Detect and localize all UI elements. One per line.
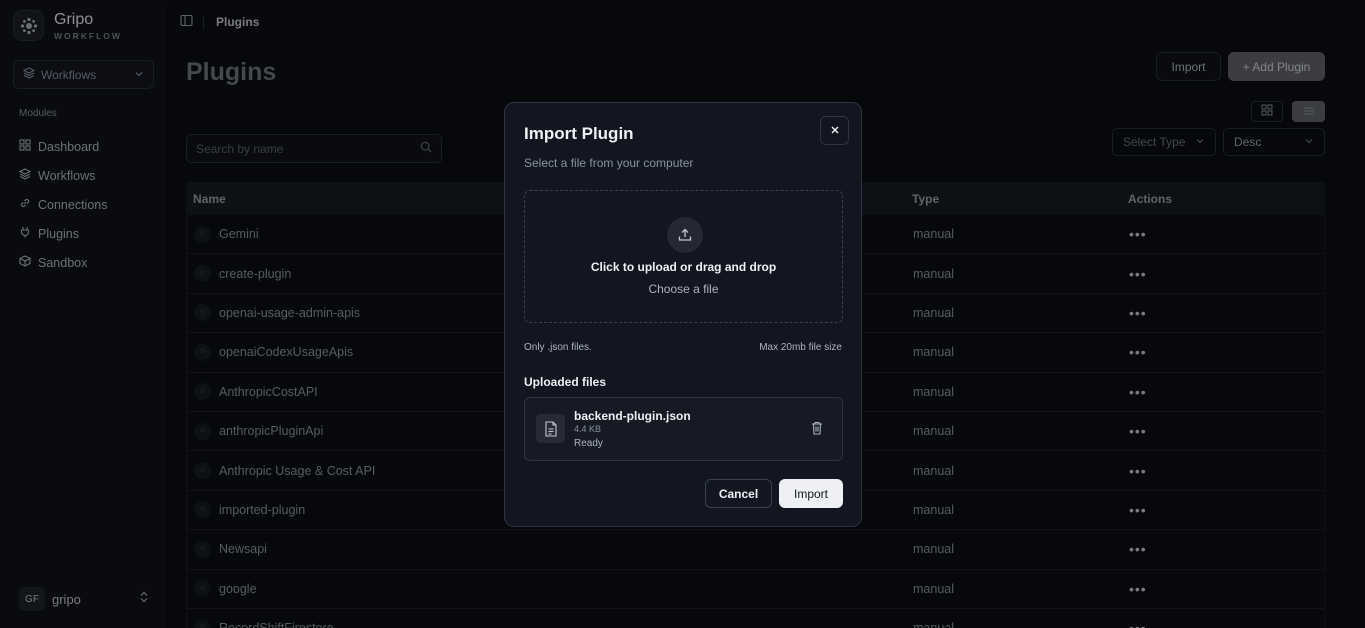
close-icon: [830, 122, 840, 140]
file-status: Ready: [574, 438, 603, 449]
close-button[interactable]: [820, 116, 849, 145]
file-dropzone[interactable]: Click to upload or drag and drop Choose …: [524, 190, 843, 323]
dialog-title: Import Plugin: [524, 124, 634, 143]
dialog-subtitle: Select a file from your computer: [524, 156, 694, 170]
choose-file-link[interactable]: Choose a file: [525, 282, 842, 296]
cancel-button[interactable]: Cancel: [705, 479, 772, 508]
dropzone-instruction: Click to upload or drag and drop: [590, 260, 777, 274]
file-icon: [536, 414, 565, 443]
uploaded-file-item: backend-plugin.json 4.4 KB Ready: [524, 397, 843, 461]
delete-file-button[interactable]: [811, 421, 823, 440]
trash-icon: [811, 421, 823, 439]
file-size: 4.4 KB: [574, 424, 602, 434]
file-type-hint: Only .json files.: [524, 342, 592, 353]
uploaded-files-heading: Uploaded files: [524, 375, 607, 389]
import-confirm-button[interactable]: Import: [779, 479, 843, 508]
import-plugin-dialog: Import Plugin Select a file from your co…: [504, 102, 862, 527]
file-size-hint: Max 20mb file size: [759, 342, 842, 353]
file-name: backend-plugin.json: [574, 409, 691, 423]
upload-icon: [667, 217, 703, 253]
